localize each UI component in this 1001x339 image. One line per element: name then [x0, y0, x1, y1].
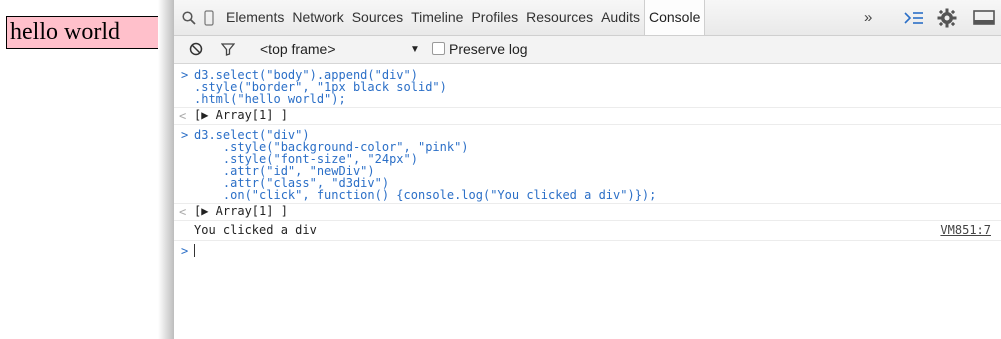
settings-gear-icon[interactable] — [936, 8, 958, 28]
result-symbol: < — [179, 205, 187, 219]
log-source-link[interactable]: VM851:7 — [940, 221, 991, 240]
prompt-symbol: > — [181, 244, 189, 258]
preserve-log-option[interactable]: Preserve log — [432, 36, 528, 63]
console-log-entry: You clicked a div VM851:7 — [174, 221, 1001, 241]
tab-sources[interactable]: Sources — [348, 0, 407, 35]
console-input[interactable]: > — [174, 241, 1001, 261]
log-message: You clicked a div — [194, 223, 317, 237]
hello-world-div[interactable]: hello world — [6, 16, 161, 49]
panel-divider-shadow — [158, 0, 174, 339]
search-icon[interactable] — [181, 8, 197, 28]
tab-network[interactable]: Network — [288, 0, 347, 35]
console-command-entry: > d3.select("div") .style("background-co… — [174, 125, 1001, 204]
tab-console[interactable]: Console — [644, 0, 706, 35]
result-symbol: < — [179, 109, 187, 123]
preserve-log-checkbox[interactable] — [432, 42, 445, 55]
tab-audits[interactable]: Audits — [597, 0, 644, 35]
code-line: .on("click", function() {console.log("Yo… — [194, 188, 657, 202]
preserve-log-label: Preserve log — [449, 41, 528, 57]
show-drawer-icon[interactable] — [903, 8, 925, 28]
frame-selector[interactable]: <top frame> — [260, 36, 336, 63]
clear-console-icon[interactable] — [189, 42, 203, 58]
device-mode-icon[interactable] — [203, 8, 215, 28]
filter-icon[interactable] — [220, 42, 236, 58]
console-result-entry: < [▶ Array[1] ] — [174, 108, 1001, 125]
text-caret — [194, 244, 195, 257]
devtools-tabs: Elements Network Sources Timeline Profil… — [222, 0, 706, 35]
prompt-symbol: > — [181, 128, 189, 142]
prompt-symbol: > — [181, 68, 189, 82]
more-tabs-button[interactable]: » — [864, 0, 872, 35]
dock-side-icon[interactable] — [972, 8, 996, 28]
tab-elements[interactable]: Elements — [222, 0, 288, 35]
tab-timeline[interactable]: Timeline — [407, 0, 467, 35]
tab-profiles[interactable]: Profiles — [467, 0, 522, 35]
devtools-panel: Elements Network Sources Timeline Profil… — [174, 0, 1001, 339]
array-result[interactable]: [▶ Array[1] ] — [174, 108, 1001, 123]
devtools-toolbar: Elements Network Sources Timeline Profil… — [174, 0, 1001, 36]
console-command-entry: > d3.select("body").append("div") .style… — [174, 64, 1001, 108]
page-area: hello world — [0, 0, 161, 339]
frame-dropdown-icon[interactable]: ▼ — [410, 36, 420, 63]
code-line: .html("hello world"); — [194, 92, 346, 106]
array-result[interactable]: [▶ Array[1] ] — [174, 204, 1001, 219]
console-filter-bar: <top frame> ▼ Preserve log — [174, 36, 1001, 64]
tab-resources[interactable]: Resources — [522, 0, 597, 35]
console-result-entry: < [▶ Array[1] ] — [174, 204, 1001, 221]
console-output: > d3.select("body").append("div") .style… — [174, 64, 1001, 339]
